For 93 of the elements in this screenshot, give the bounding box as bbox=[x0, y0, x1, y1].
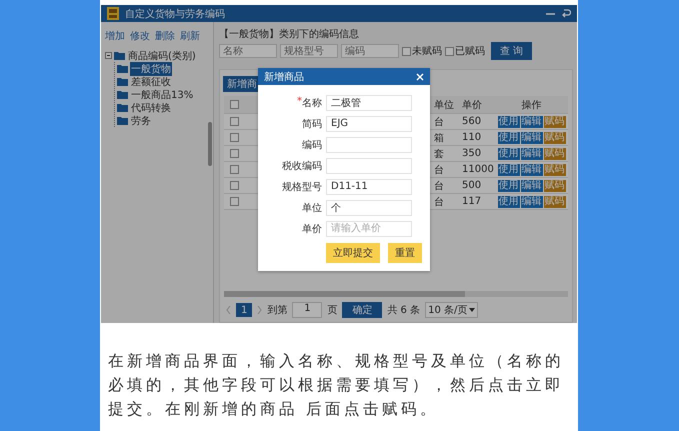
folder-icon bbox=[114, 52, 125, 60]
scrollbar[interactable] bbox=[224, 291, 568, 297]
tree-item[interactable]: 商品编码(类别) bbox=[127, 48, 197, 62]
caret-icon bbox=[469, 307, 476, 313]
action-button[interactable]: 赋码 bbox=[544, 116, 566, 128]
toolbar-link[interactable]: 删除 bbox=[155, 29, 175, 43]
table-cell: 560 bbox=[458, 114, 495, 130]
folder-icon bbox=[117, 90, 128, 98]
action-button[interactable]: 赋码 bbox=[544, 180, 566, 192]
search-field[interactable]: 规格型号 bbox=[280, 44, 338, 58]
input-field[interactable]: EJG bbox=[326, 116, 412, 132]
back-icon[interactable] bbox=[561, 8, 571, 18]
field-label: 编码 bbox=[301, 138, 323, 152]
checkbox-label: 已赋码 bbox=[455, 44, 485, 58]
table-cell: 110 bbox=[458, 130, 495, 146]
checkbox[interactable] bbox=[230, 149, 238, 158]
input-field[interactable] bbox=[326, 136, 412, 152]
action-button[interactable]: 使用 bbox=[498, 196, 520, 208]
scrollbar[interactable] bbox=[208, 122, 212, 166]
tree-item[interactable]: 一般商品13% bbox=[130, 88, 194, 102]
table-cell: 350 bbox=[458, 146, 495, 162]
field-label: 税收编码 bbox=[281, 160, 323, 172]
checkbox[interactable] bbox=[230, 165, 238, 174]
folder-icon bbox=[117, 78, 128, 86]
collapse-icon[interactable] bbox=[105, 52, 112, 59]
column-header: 操作 bbox=[495, 96, 568, 114]
table-cell: 500 bbox=[458, 178, 495, 194]
action-button[interactable]: 编辑 bbox=[520, 116, 542, 128]
tree-item[interactable]: 代码转换 bbox=[130, 100, 172, 114]
next-icon[interactable] bbox=[257, 306, 262, 314]
submit-button[interactable]: 立即提交 bbox=[326, 243, 380, 263]
checkbox[interactable] bbox=[230, 100, 238, 109]
field-label: 单价 bbox=[301, 222, 323, 236]
action-button[interactable]: 使用 bbox=[498, 164, 520, 176]
checkbox[interactable] bbox=[230, 197, 238, 206]
field-label: 单位 bbox=[301, 202, 323, 214]
close-icon[interactable] bbox=[416, 72, 424, 80]
logo-icon bbox=[107, 7, 119, 20]
panel-heading: 【一般货物】类别下的编码信息 bbox=[219, 28, 360, 39]
action-button[interactable]: 赋码 bbox=[544, 164, 566, 176]
folder-icon bbox=[117, 104, 128, 112]
input-field[interactable]: 个 bbox=[326, 200, 412, 216]
field-label: 名称 bbox=[302, 96, 322, 110]
action-button[interactable]: 赋码 bbox=[544, 148, 566, 160]
input-field[interactable]: D11-11 bbox=[326, 178, 412, 194]
column-header: 单价 bbox=[458, 96, 495, 114]
page-input[interactable]: 1 bbox=[292, 302, 322, 318]
window-title: 自定义货物与劳务编码 bbox=[125, 8, 226, 20]
input-field[interactable] bbox=[326, 158, 412, 174]
action-button[interactable]: 编辑 bbox=[520, 164, 542, 176]
action-button[interactable]: 赋码 bbox=[544, 132, 566, 144]
total-count: 共 6 条 bbox=[387, 304, 420, 317]
previous-icon[interactable] bbox=[226, 306, 231, 314]
table-cell: 11000 bbox=[458, 162, 495, 178]
reset-button[interactable]: 重置 bbox=[388, 243, 422, 263]
checkbox[interactable] bbox=[230, 133, 238, 142]
search-field[interactable]: 名称 bbox=[219, 44, 277, 58]
search-field[interactable]: 编码 bbox=[341, 44, 399, 58]
action-button[interactable]: 编辑 bbox=[520, 196, 542, 208]
confirm-button[interactable]: 确定 bbox=[342, 302, 382, 318]
tree-item[interactable]: 差额征收 bbox=[130, 74, 172, 88]
required-mark: * bbox=[297, 96, 302, 108]
toolbar-link[interactable]: 修改 bbox=[130, 29, 150, 43]
action-button[interactable]: 使用 bbox=[498, 132, 520, 144]
field-label: 规格型号 bbox=[281, 180, 323, 194]
input-field[interactable]: 请输入单价 bbox=[326, 220, 412, 236]
action-button[interactable]: 使用 bbox=[498, 116, 520, 128]
input-field[interactable]: 二极管 bbox=[326, 94, 412, 110]
tree-item[interactable]: 一般货物 bbox=[130, 62, 172, 76]
action-button[interactable]: 使用 bbox=[498, 180, 520, 192]
page-button[interactable]: 1 bbox=[236, 303, 252, 317]
search-button[interactable]: 查 询 bbox=[491, 42, 532, 60]
tree-item[interactable]: 劳务 bbox=[130, 114, 152, 128]
field-label: 简码 bbox=[301, 118, 323, 130]
checkbox-label: 未赋码 bbox=[412, 44, 442, 58]
checkbox[interactable] bbox=[230, 117, 238, 126]
action-button[interactable]: 编辑 bbox=[520, 148, 542, 160]
checkbox[interactable] bbox=[402, 46, 411, 56]
checkbox[interactable] bbox=[445, 46, 454, 56]
folder-icon bbox=[117, 116, 128, 124]
toolbar-link[interactable]: 刷新 bbox=[180, 29, 200, 43]
page-size-select[interactable]: 10 条/页 bbox=[425, 302, 478, 318]
action-button[interactable]: 赋码 bbox=[544, 196, 566, 208]
pagination-label: 到第 bbox=[267, 304, 288, 317]
action-button[interactable]: 编辑 bbox=[520, 132, 542, 144]
action-button[interactable]: 使用 bbox=[498, 148, 520, 160]
folder-icon bbox=[117, 64, 128, 72]
action-button[interactable]: 编辑 bbox=[520, 180, 542, 192]
toolbar-link[interactable]: 增加 bbox=[105, 29, 125, 43]
caption-text: 在新增商品界面，输入名称、规格型号及单位（名称的必填的，其他字段可以根据需要填写），然后点击立即提交。在刚新增的商品 后面点击赋码。 bbox=[108, 351, 565, 420]
table-cell: 117 bbox=[458, 194, 495, 210]
checkbox[interactable] bbox=[230, 181, 238, 190]
pagination-label: 页 bbox=[327, 304, 338, 317]
